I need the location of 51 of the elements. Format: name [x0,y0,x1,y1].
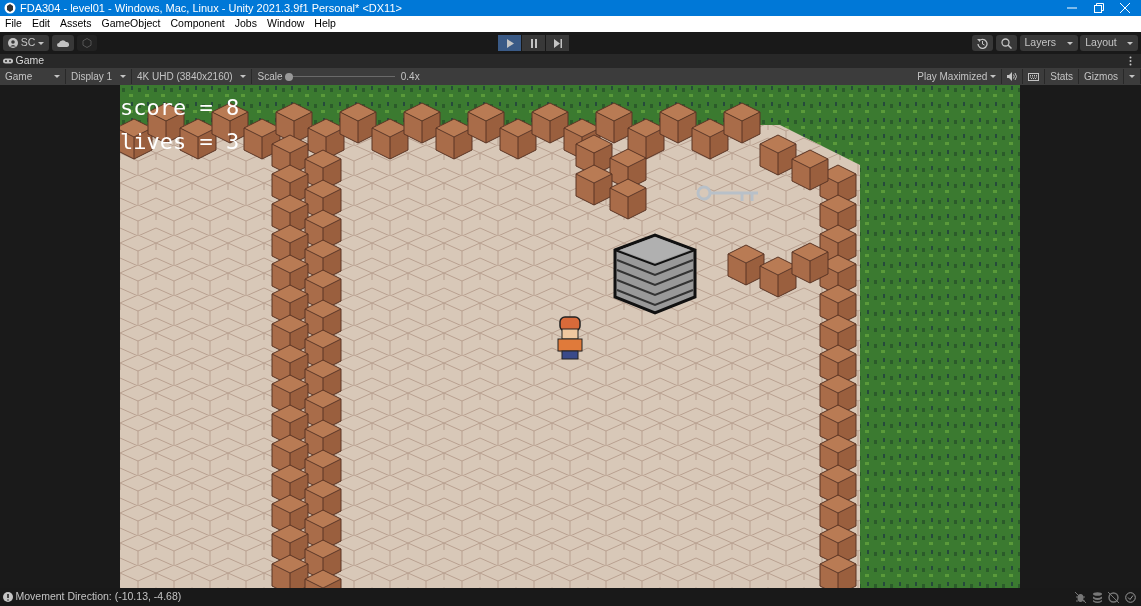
pause-icon [529,38,538,48]
play-button[interactable] [498,35,522,51]
menu-item[interactable]: File [0,16,27,32]
menu-item[interactable]: Edit [26,16,55,32]
game-tab[interactable]: Game [2,53,45,69]
layout-dropdown[interactable]: Layout [1080,35,1139,51]
status-message: Movement Direction: (-10.13, -4.68) [15,589,182,605]
caret-icon [54,75,60,78]
close-icon[interactable] [1120,3,1130,13]
scale-label: Scale [257,70,283,84]
menu-item[interactable]: Help [309,16,341,32]
step-button[interactable] [546,35,570,51]
history-button[interactable] [972,35,993,51]
network-icon[interactable] [1108,591,1119,603]
scale-slider-thumb[interactable] [285,72,294,81]
menu-item[interactable]: Assets [55,16,97,32]
caret-icon [990,75,997,78]
account-icon [7,38,18,48]
window-title: FDA304 - level01 - Windows, Mac, Linux - Unity 2021.3.9f1 Personal* <DX11> [20,0,402,16]
menu-item[interactable]: Window [261,16,310,32]
caret-icon [38,41,45,45]
unity-logo-icon [4,2,16,14]
hexagon-icon [81,38,92,48]
play-icon [505,38,514,48]
keyboard-icon [1028,72,1040,81]
history-icon [977,37,988,49]
menu-item[interactable]: Jobs [229,16,262,32]
caret-icon [240,75,246,78]
restore-icon[interactable] [1093,3,1104,13]
search-icon [1000,37,1012,49]
pause-button[interactable] [522,35,546,51]
caret-icon [1129,75,1135,78]
cloud-button[interactable] [52,35,75,51]
step-icon [553,38,562,48]
speaker-icon [1007,72,1018,81]
menu-item[interactable]: GameObject [96,16,166,32]
database-icon[interactable] [1091,591,1103,603]
menu-item[interactable]: Component [165,16,230,32]
layers-dropdown[interactable]: Layers [1019,35,1078,51]
caret-icon [1066,41,1073,45]
account-button[interactable]: SC [2,35,50,51]
cloud-icon [57,39,70,47]
bug-icon[interactable] [1075,591,1086,603]
caret-icon [120,75,126,78]
key-drawing [696,185,760,203]
more-options-icon[interactable] [1129,56,1133,66]
check-circle-icon[interactable] [1124,591,1136,603]
player-character-drawing [557,316,583,360]
scale-value: 0.4x [400,70,420,84]
caret-icon [1127,41,1134,45]
search-button[interactable] [995,35,1017,51]
